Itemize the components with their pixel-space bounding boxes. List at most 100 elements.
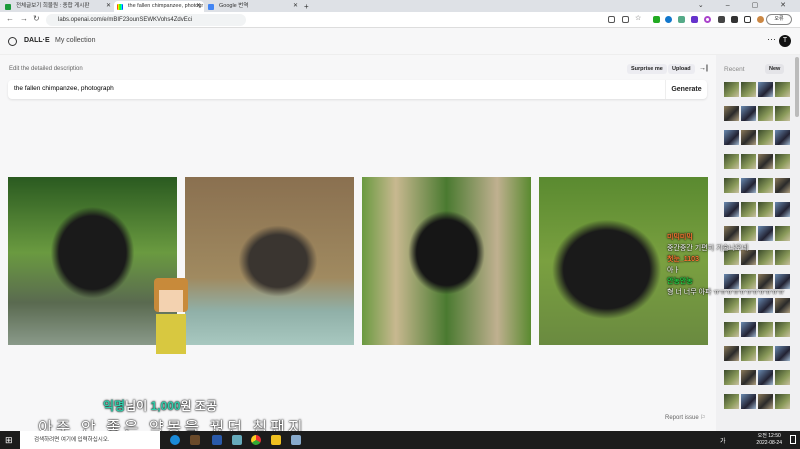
recent-thumbnail[interactable] [724, 82, 739, 97]
tab-dalle[interactable]: the fallen chimpanzee, photogr ✕ [114, 1, 204, 12]
my-collection-link[interactable]: My collection [55, 37, 95, 44]
notification-icon[interactable] [790, 435, 796, 444]
openai-logo-icon[interactable] [8, 37, 17, 46]
prompt-input[interactable] [14, 85, 614, 92]
recent-thumbnail[interactable] [724, 370, 739, 385]
close-icon[interactable]: ✕ [196, 1, 201, 12]
donation-text: 원 조공 [180, 399, 218, 413]
recent-thumbnail[interactable] [741, 154, 756, 169]
recent-thumbnail[interactable] [741, 346, 756, 361]
recent-thumbnail[interactable] [741, 394, 756, 409]
generated-image-2[interactable] [185, 177, 354, 345]
browser-tab-bar: 전체글보기 희물원 : 종합 게시판 ✕ the fallen chimpanze… [0, 0, 800, 12]
more-menu-button[interactable]: ··· [767, 34, 776, 44]
tab-google-translate[interactable]: Google 번역 ✕ [205, 1, 301, 12]
profile-error-button[interactable]: 오류 [766, 14, 792, 25]
extension-icon[interactable] [704, 16, 711, 23]
recent-thumbnail[interactable] [775, 130, 790, 145]
recent-thumbnail[interactable] [775, 106, 790, 121]
app-icon[interactable] [212, 435, 222, 445]
recent-thumbnail[interactable] [741, 370, 756, 385]
forward-icon[interactable]: → [20, 14, 28, 23]
recent-thumbnail[interactable] [775, 178, 790, 193]
recent-thumbnail[interactable] [758, 322, 773, 337]
recent-thumbnail[interactable] [741, 298, 756, 313]
new-tab-button[interactable]: + [304, 1, 316, 12]
install-icon[interactable] [608, 16, 615, 23]
close-icon[interactable]: ✕ [293, 1, 298, 12]
recent-thumbnail[interactable] [758, 154, 773, 169]
share-icon[interactable] [622, 16, 629, 23]
recent-thumbnail[interactable] [775, 82, 790, 97]
edge-icon[interactable] [170, 435, 180, 445]
recent-thumbnail[interactable] [775, 394, 790, 409]
recent-thumbnail[interactable] [775, 154, 790, 169]
recent-thumbnail[interactable] [724, 322, 739, 337]
recent-thumbnail[interactable] [741, 106, 756, 121]
brand-link[interactable]: DALL·E [24, 37, 50, 44]
recent-thumbnail[interactable] [724, 346, 739, 361]
star-icon[interactable]: ☆ [635, 14, 641, 22]
scrollbar[interactable] [795, 57, 799, 117]
app-icon[interactable] [232, 435, 242, 445]
recent-thumbnail[interactable] [724, 178, 739, 193]
recent-thumbnail[interactable] [775, 346, 790, 361]
recent-thumbnail[interactable] [775, 202, 790, 217]
sidepanel-icon[interactable] [744, 16, 751, 23]
chrome-icon[interactable] [251, 435, 261, 445]
recent-heading: Recent [724, 66, 745, 73]
recent-thumbnail[interactable] [775, 298, 790, 313]
recent-thumbnail[interactable] [741, 322, 756, 337]
tab-label: 전체글보기 희물원 : 종합 게시판 [16, 3, 90, 9]
recent-thumbnail[interactable] [758, 106, 773, 121]
recent-thumbnail[interactable] [758, 346, 773, 361]
recent-thumbnail[interactable] [741, 178, 756, 193]
generate-button[interactable]: Generate [665, 80, 707, 99]
recent-thumbnail[interactable] [775, 370, 790, 385]
recent-thumbnail[interactable] [724, 394, 739, 409]
recent-thumbnail[interactable] [724, 154, 739, 169]
recent-thumbnail[interactable] [724, 130, 739, 145]
recent-thumbnail[interactable] [758, 202, 773, 217]
window-controls[interactable]: ⌄ – ▢ ✕ [698, 0, 796, 12]
recent-thumbnail[interactable] [758, 130, 773, 145]
recent-thumbnail[interactable] [758, 298, 773, 313]
recent-thumbnail[interactable] [724, 106, 739, 121]
back-icon[interactable]: ← [6, 14, 14, 23]
minecraft-icon[interactable] [190, 435, 200, 445]
close-icon[interactable]: ✕ [106, 1, 111, 12]
profile-avatar[interactable] [757, 16, 764, 23]
tab-forum[interactable]: 전체글보기 희물원 : 종합 게시판 ✕ [2, 1, 114, 12]
recent-thumbnail[interactable] [758, 82, 773, 97]
extension-icon[interactable] [691, 16, 698, 23]
recent-thumbnail[interactable] [758, 370, 773, 385]
recent-thumbnail[interactable] [758, 178, 773, 193]
generated-image-3[interactable] [362, 177, 531, 345]
extension-icon[interactable] [718, 16, 725, 23]
report-issue-link[interactable]: Report issue ⚐ [665, 414, 706, 421]
extension-icon[interactable] [678, 16, 685, 23]
system-clock[interactable]: 오전 12:50 2022-08-24 [756, 433, 782, 447]
recent-thumbnail[interactable] [741, 202, 756, 217]
reload-icon[interactable]: ↻ [33, 14, 40, 23]
recent-thumbnail[interactable] [724, 298, 739, 313]
recent-thumbnail[interactable] [758, 394, 773, 409]
extension-icon[interactable] [653, 16, 660, 23]
url-input[interactable]: labs.openai.com/e/mBIF23ounSEWKVohs4ZdvE… [46, 14, 246, 26]
upload-button[interactable]: Upload [668, 64, 695, 74]
ime-indicator[interactable]: 가 [720, 436, 726, 445]
collapse-sidebar-icon[interactable]: →| [695, 64, 712, 74]
user-avatar[interactable]: T [779, 35, 791, 47]
puzzle-icon[interactable] [731, 16, 738, 23]
surprise-me-button[interactable]: Surprise me [627, 64, 667, 74]
recent-thumbnail[interactable] [741, 82, 756, 97]
windows-start-icon[interactable]: ⊞ [5, 435, 13, 446]
new-button[interactable]: New [765, 64, 785, 74]
taskbar-search[interactable]: 검색하려면 여기에 입력하십시오. [20, 431, 160, 449]
extension-icon[interactable] [665, 16, 672, 23]
recent-thumbnail[interactable] [724, 202, 739, 217]
app-icon[interactable] [291, 435, 301, 445]
recent-thumbnail[interactable] [775, 322, 790, 337]
file-explorer-icon[interactable] [271, 435, 281, 445]
recent-thumbnail[interactable] [741, 130, 756, 145]
